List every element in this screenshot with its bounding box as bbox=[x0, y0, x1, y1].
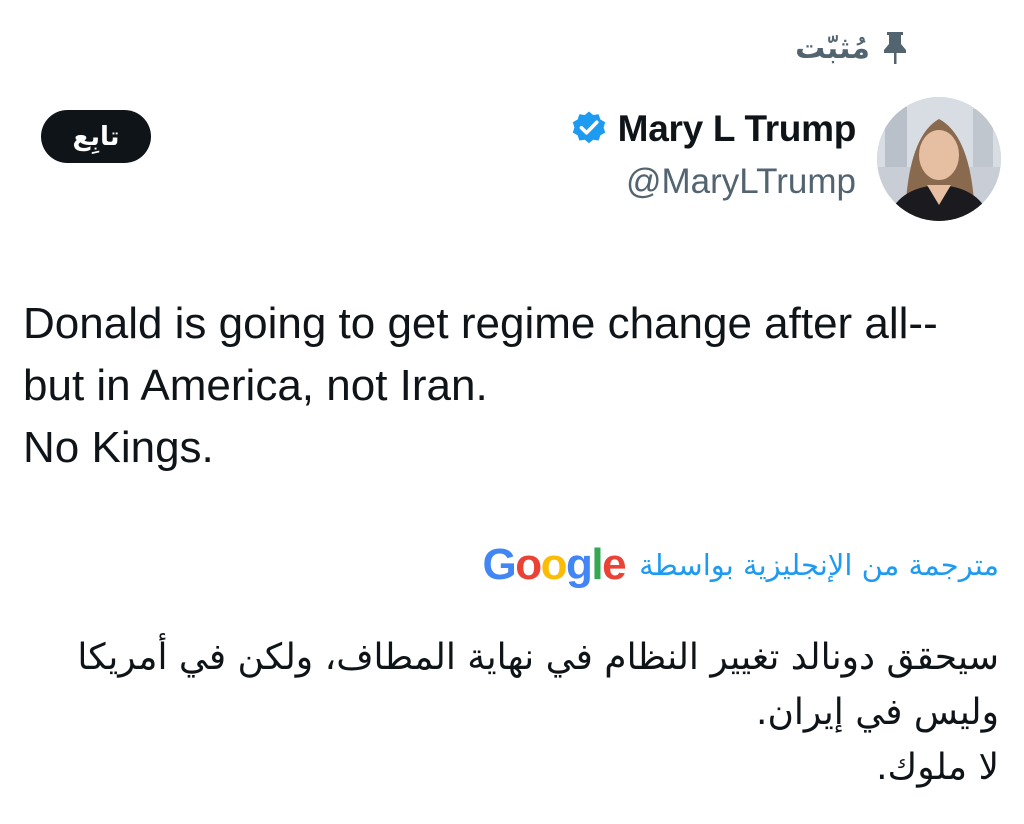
translated-text-line: وليس في إيران. bbox=[756, 692, 999, 733]
google-logo-letter: e bbox=[602, 540, 626, 589]
verified-badge-icon bbox=[570, 110, 608, 148]
translated-text: سيحقق دونالد تغيير النظام في نهاية المطا… bbox=[9, 630, 999, 795]
tweet-text-line: Donald is going to get regime change aft… bbox=[23, 299, 938, 348]
google-logo-letter: o bbox=[515, 540, 542, 589]
google-logo: Google bbox=[482, 540, 626, 590]
translated-text-line: سيحقق دونالد تغيير النظام في نهاية المطا… bbox=[77, 637, 999, 678]
follow-button[interactable]: تابِع bbox=[41, 110, 151, 163]
google-logo-letter: l bbox=[591, 540, 603, 589]
translation-label[interactable]: مترجمة من الإنجليزية بواسطة bbox=[639, 548, 999, 582]
google-logo-letter: g bbox=[565, 540, 593, 589]
translated-text-line: لا ملوك. bbox=[876, 747, 999, 788]
google-logo-letter: o bbox=[540, 540, 568, 589]
google-logo-letter: G bbox=[482, 540, 516, 589]
user-handle[interactable]: @MaryLTrump bbox=[570, 162, 856, 202]
tweet-text: Donald is going to get regime change aft… bbox=[23, 293, 1013, 479]
pinned-indicator: مُثبّت bbox=[795, 30, 908, 66]
tweet-text-line: No Kings. bbox=[23, 423, 214, 472]
translation-attribution[interactable]: مترجمة من الإنجليزية بواسطة Google bbox=[482, 540, 999, 590]
display-name[interactable]: Mary L Trump bbox=[618, 108, 857, 150]
pinned-label: مُثبّت bbox=[795, 30, 870, 66]
tweet-text-line: but in America, not Iran. bbox=[23, 361, 488, 410]
author-name-row: Mary L Trump bbox=[570, 108, 856, 150]
avatar[interactable] bbox=[877, 97, 1001, 221]
pin-icon bbox=[882, 30, 908, 66]
author-info: Mary L Trump @MaryLTrump bbox=[570, 108, 856, 202]
